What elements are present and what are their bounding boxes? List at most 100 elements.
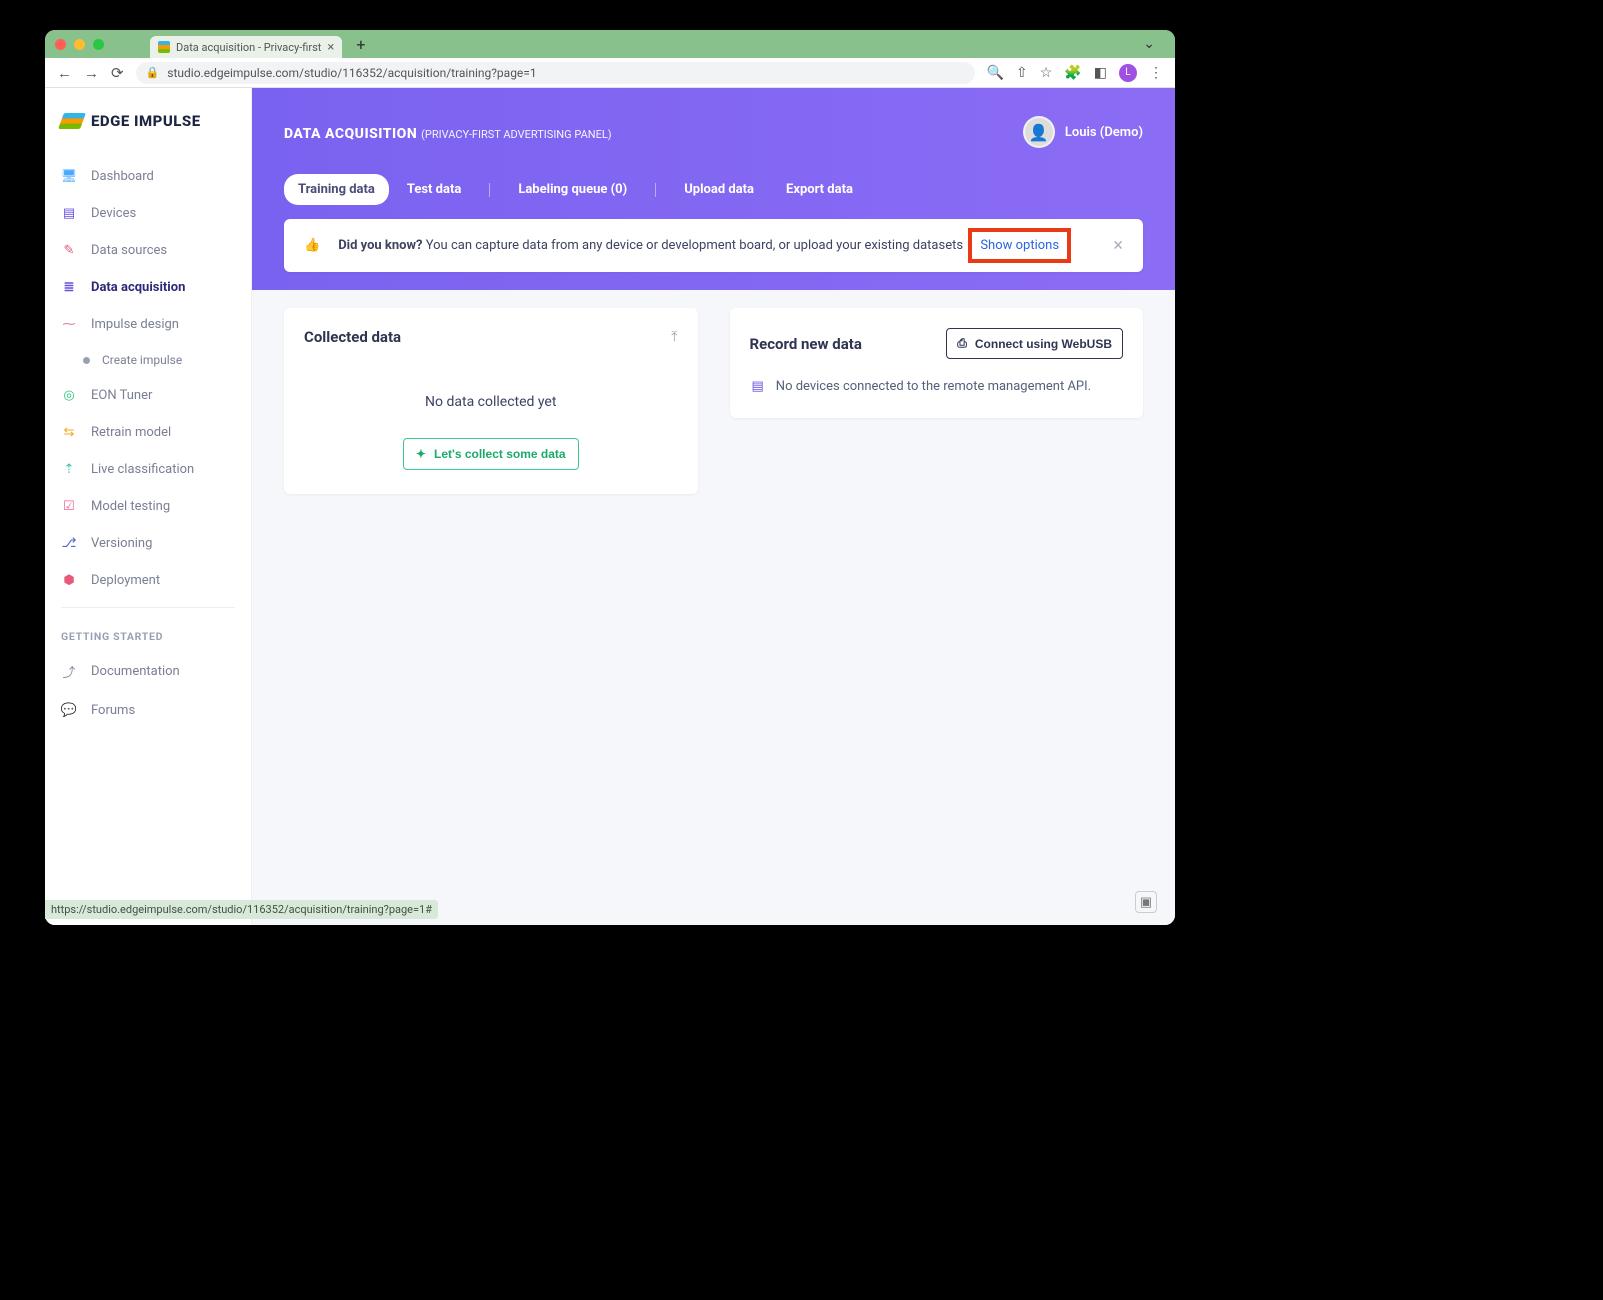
browser-window: Data acquisition - Privacy-first × + ⌄ ←… <box>45 30 1175 925</box>
share-icon[interactable]: ⇧ <box>1016 65 1028 81</box>
avatar: 👤 <box>1023 116 1055 148</box>
thumbs-up-icon: 👍 <box>304 238 320 253</box>
sidebar-nav: 🖥 Dashboard ▤ Devices ✎ Data sources ≣Data acq… <box>45 158 251 599</box>
sidebar-item-eon-tuner[interactable]: ◎EON Tuner <box>45 377 251 414</box>
panel-icon[interactable]: ◧ <box>1094 65 1107 81</box>
sidebar-item-data-acquisition[interactable]: ≣Data acquisition <box>45 269 251 306</box>
user-menu[interactable]: 👤 Louis (Demo) <box>1023 116 1143 148</box>
tabs-dropdown-icon[interactable]: ⌄ <box>1143 36 1165 52</box>
browser-toolbar: ← → ⟳ 🔒 studio.edgeimpulse.com/studio/11… <box>45 58 1175 88</box>
banner-bold: Did you know? <box>338 238 422 253</box>
sidebar-item-forums[interactable]: 💬Forums <box>45 692 251 729</box>
tab-upload-data[interactable]: Upload data <box>670 174 768 205</box>
model-testing-icon: ☑ <box>61 499 77 514</box>
banner-area: 👍 Did you know? You can capture data fro… <box>252 205 1175 290</box>
star-icon[interactable]: ☆ <box>1040 65 1053 81</box>
new-tab-button[interactable]: + <box>348 35 373 54</box>
window-traffic-lights <box>55 39 104 50</box>
live-classification-icon: ⇡ <box>61 462 77 477</box>
banner-body: You can capture data from any device or … <box>426 238 963 253</box>
sidebar-item-label: Devices <box>91 206 136 221</box>
address-bar[interactable]: 🔒 studio.edgeimpulse.com/studio/116352/a… <box>136 62 975 84</box>
data-sources-icon: ✎ <box>61 243 77 258</box>
versioning-icon: ⎇ <box>61 536 77 551</box>
tab-training-data[interactable]: Training data <box>284 174 389 205</box>
window-maximize-icon[interactable] <box>93 39 104 50</box>
page-header: DATA ACQUISITION (PRIVACY-FIRST ADVERTIS… <box>252 88 1175 205</box>
upload-icon[interactable]: ⤒ <box>671 329 677 345</box>
brand-name: EDGE IMPULSE <box>91 112 201 130</box>
sidebar-item-live-classification[interactable]: ⇡Live classification <box>45 451 251 488</box>
sidebar-item-deployment[interactable]: ⬢Deployment <box>45 562 251 599</box>
nav-reload-icon[interactable]: ⟳ <box>111 64 124 82</box>
feedback-icon[interactable]: ▣ <box>1135 891 1157 913</box>
sidebar-item-impulse-design[interactable]: ⁓Impulse design <box>45 306 251 343</box>
retrain-model-icon: ⇆ <box>61 425 77 440</box>
browser-tabs-bar: Data acquisition - Privacy-first × + ⌄ <box>45 30 1175 58</box>
sidebar-item-label: Dashboard <box>91 169 154 184</box>
app: EDGE IMPULSE 🖥 Dashboard ▤ Devices ✎ Data sou… <box>45 88 1175 925</box>
lock-icon: 🔒 <box>146 66 160 79</box>
sidebar-item-data-sources[interactable]: ✎ Data sources <box>45 232 251 269</box>
usb-icon: ⎙ <box>957 336 967 351</box>
wand-icon: ✦ <box>416 447 426 461</box>
collect-data-button[interactable]: ✦ Let's collect some data <box>403 438 579 470</box>
browser-profile-icon[interactable]: L <box>1119 64 1137 82</box>
impulse-design-icon: ⁓ <box>61 317 77 332</box>
collected-data-card: Collected data ⤒ No data collected yet ✦… <box>284 308 698 494</box>
sidebar-item-versioning[interactable]: ⎇ Versioning <box>45 525 251 562</box>
sidebar-getting-started-header: GETTING STARTED <box>45 616 251 651</box>
collected-empty-text: No data collected yet <box>304 372 678 420</box>
sidebar-item-devices[interactable]: ▤ Devices <box>45 195 251 232</box>
tab-test-data[interactable]: Test data <box>393 174 475 205</box>
show-options-link[interactable]: Show options <box>968 228 1071 263</box>
tab-close-icon[interactable]: × <box>327 40 334 55</box>
sidebar-item-label: Data sources <box>91 243 167 258</box>
chip-icon: ▤ <box>752 379 764 394</box>
dot-icon <box>83 357 90 364</box>
sidebar: EDGE IMPULSE 🖥 Dashboard ▤ Devices ✎ Data sou… <box>45 88 252 925</box>
nav-forward-icon[interactable]: → <box>84 64 99 82</box>
status-bar-url: https://studio.edgeimpulse.com/studio/11… <box>45 900 438 919</box>
nav-back-icon[interactable]: ← <box>57 64 72 82</box>
extensions-icon[interactable]: 🧩 <box>1064 65 1081 81</box>
no-devices-text: No devices connected to the remote manag… <box>776 379 1091 394</box>
main: DATA ACQUISITION (PRIVACY-FIRST ADVERTIS… <box>252 88 1175 925</box>
tab-separator <box>655 183 656 197</box>
content: Collected data ⤒ No data collected yet ✦… <box>252 290 1175 512</box>
eon-tuner-icon: ◎ <box>61 388 77 403</box>
connect-webusb-button[interactable]: ⎙ Connect using WebUSB <box>946 328 1123 359</box>
devices-icon: ▤ <box>61 206 77 221</box>
browser-menu-icon[interactable]: ⋮ <box>1149 65 1163 81</box>
record-data-card: Record new data ⎙ Connect using WebUSB ▤… <box>730 308 1144 418</box>
tab-labeling-queue-0-[interactable]: Labeling queue (0) <box>504 174 641 205</box>
window-minimize-icon[interactable] <box>74 39 85 50</box>
record-data-title: Record new data <box>750 335 862 353</box>
sidebar-item-model-testing[interactable]: ☑ Model testing <box>45 488 251 525</box>
tab-favicon-icon <box>158 41 170 53</box>
sidebar-item-label: Model testing <box>91 499 170 514</box>
sidebar-item-retrain-model[interactable]: ⇆ Retrain model <box>45 414 251 451</box>
sidebar-separator <box>61 607 235 608</box>
deployment-icon: ⬢ <box>61 573 77 588</box>
sidebar-sub-create-impulse[interactable]: Create impulse <box>45 343 251 377</box>
banner-close-icon[interactable]: × <box>1113 235 1123 256</box>
user-name: Louis (Demo) <box>1065 125 1143 140</box>
brand-logo[interactable]: EDGE IMPULSE <box>45 112 251 158</box>
documentation-icon: ⤴ <box>61 662 77 681</box>
sidebar-item-documentation[interactable]: ⤴ Documentation <box>45 651 251 692</box>
data-acquisition-icon: ≣ <box>61 280 77 295</box>
zoom-icon[interactable]: 🔍 <box>987 65 1004 81</box>
banner-text: Did you know? You can capture data from … <box>338 238 1071 253</box>
sidebar-item-dashboard[interactable]: 🖥 Dashboard <box>45 158 251 195</box>
info-banner: 👍 Did you know? You can capture data fro… <box>284 219 1143 272</box>
sidebar-sub-label: Create impulse <box>102 353 182 367</box>
window-close-icon[interactable] <box>55 39 66 50</box>
dashboard-icon: 🖥 <box>61 169 77 184</box>
sidebar-item-label: Retrain model <box>91 425 171 440</box>
tab-export-data[interactable]: Export data <box>772 174 867 205</box>
browser-tab[interactable]: Data acquisition - Privacy-first × <box>150 36 342 58</box>
sidebar-item-label: Documentation <box>91 664 180 679</box>
sidebar-item-label: Versioning <box>91 536 152 551</box>
sidebar-item-label: Forums <box>91 703 135 718</box>
